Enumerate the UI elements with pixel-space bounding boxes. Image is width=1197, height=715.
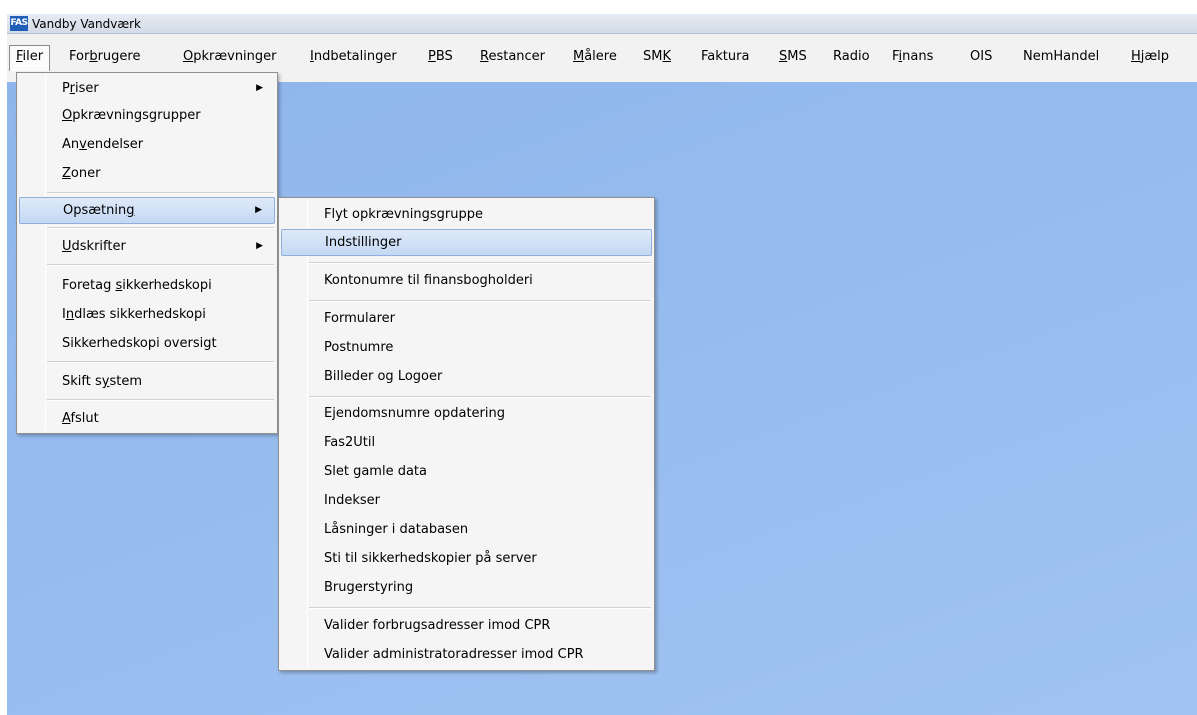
menuitem-postnumre[interactable]: Postnumre [281,334,652,361]
menuitem-zoner[interactable]: Zoner [19,160,275,187]
menuitem-foretag-sikkerhedskopi[interactable]: Foretag sikkerhedskopi [19,272,275,299]
menuitem-indlaes-sikkerhedskopi[interactable]: Indlæs sikkerhedskopi [19,301,275,328]
window-titlebar: FAS Vandby Vandværk [7,14,1197,34]
menuitem-formularer[interactable]: Formularer [281,305,652,332]
menu-filer[interactable]: Filer [9,45,51,71]
menuitem-kontonumre[interactable]: Kontonumre til finansbogholderi [281,267,652,294]
menuitem-billeder-og-logoer[interactable]: Billeder og Logoer [281,363,652,390]
menuitem-ejendomsnumre[interactable]: Ejendomsnumre opdatering [281,400,652,427]
menuitem-slet-gamle-data[interactable]: Slet gamle data [281,458,652,485]
menu-separator [47,192,274,194]
menuitem-laasninger[interactable]: Låsninger i databasen [281,516,652,543]
menuitem-flyt-opkraevningsgruppe[interactable]: Flyt opkrævningsgruppe [281,201,652,228]
menu-separator [309,262,651,264]
menuitem-opsaetning[interactable]: Opsætning ▶ [19,197,275,224]
menu-separator [47,227,274,229]
menuitem-opkraevningsgrupper[interactable]: Opkrævningsgrupper [19,102,275,129]
menu-ois[interactable]: OIS [964,45,998,71]
menu-separator [309,300,651,302]
menu-separator [309,396,651,398]
menuitem-afslut[interactable]: Afslut [19,405,275,432]
menu-finans[interactable]: Finans [886,45,939,71]
menuitem-valider-forbrugsadresser[interactable]: Valider forbrugsadresser imod CPR [281,612,652,639]
menuitem-anvendelser[interactable]: Anvendelser [19,131,275,158]
menuitem-skift-system[interactable]: Skift system [19,368,275,395]
window-title: Vandby Vandværk [32,17,142,31]
menu-separator [309,607,651,609]
menuitem-fas2util[interactable]: Fas2Util [281,429,652,456]
menuitem-sikkerhedskopi-oversigt[interactable]: Sikkerhedskopi oversigt [19,330,275,357]
menu-separator [47,399,274,401]
menuitem-indekser[interactable]: Indekser [281,487,652,514]
menu-radio[interactable]: Radio [827,45,876,71]
menu-restancer[interactable]: Restancer [474,45,551,71]
submenu-arrow-icon: ▶ [255,205,262,215]
submenu-arrow-icon: ▶ [256,241,263,251]
menu-separator [47,361,274,363]
menu-smk[interactable]: SMK [637,45,677,71]
menu-opkraevninger[interactable]: Opkrævninger [177,45,283,71]
opsaetning-submenu: Flyt opkrævningsgruppe Indstillinger Kon… [278,197,655,671]
menuitem-valider-administratoradresser[interactable]: Valider administratoradresser imod CPR [281,641,652,668]
menu-forbrugere[interactable]: Forbrugere [63,45,146,71]
menu-pbs[interactable]: PBS [422,45,459,71]
menu-sms[interactable]: SMS [773,45,813,71]
menuitem-priser[interactable]: Priser ▶ [19,75,275,102]
menu-hjaelp[interactable]: Hjælp [1125,45,1175,71]
menu-indbetalinger[interactable]: Indbetalinger [304,45,403,71]
menuitem-indstillinger[interactable]: Indstillinger [281,229,652,256]
menu-nemhandel[interactable]: NemHandel [1017,45,1105,71]
menu-faktura[interactable]: Faktura [695,45,755,71]
menuitem-sti-sikkerhedskopier[interactable]: Sti til sikkerhedskopier på server [281,545,652,572]
menuitem-brugerstyring[interactable]: Brugerstyring [281,574,652,601]
menu-separator [47,264,274,266]
submenu-arrow-icon: ▶ [256,83,263,93]
menu-malere[interactable]: Målere [567,45,623,71]
app-logo-icon: FAS [10,16,28,31]
filer-dropdown-menu: Priser ▶ Opkrævningsgrupper Anvendelser … [16,72,278,434]
menuitem-udskrifter[interactable]: Udskrifter ▶ [19,233,275,260]
